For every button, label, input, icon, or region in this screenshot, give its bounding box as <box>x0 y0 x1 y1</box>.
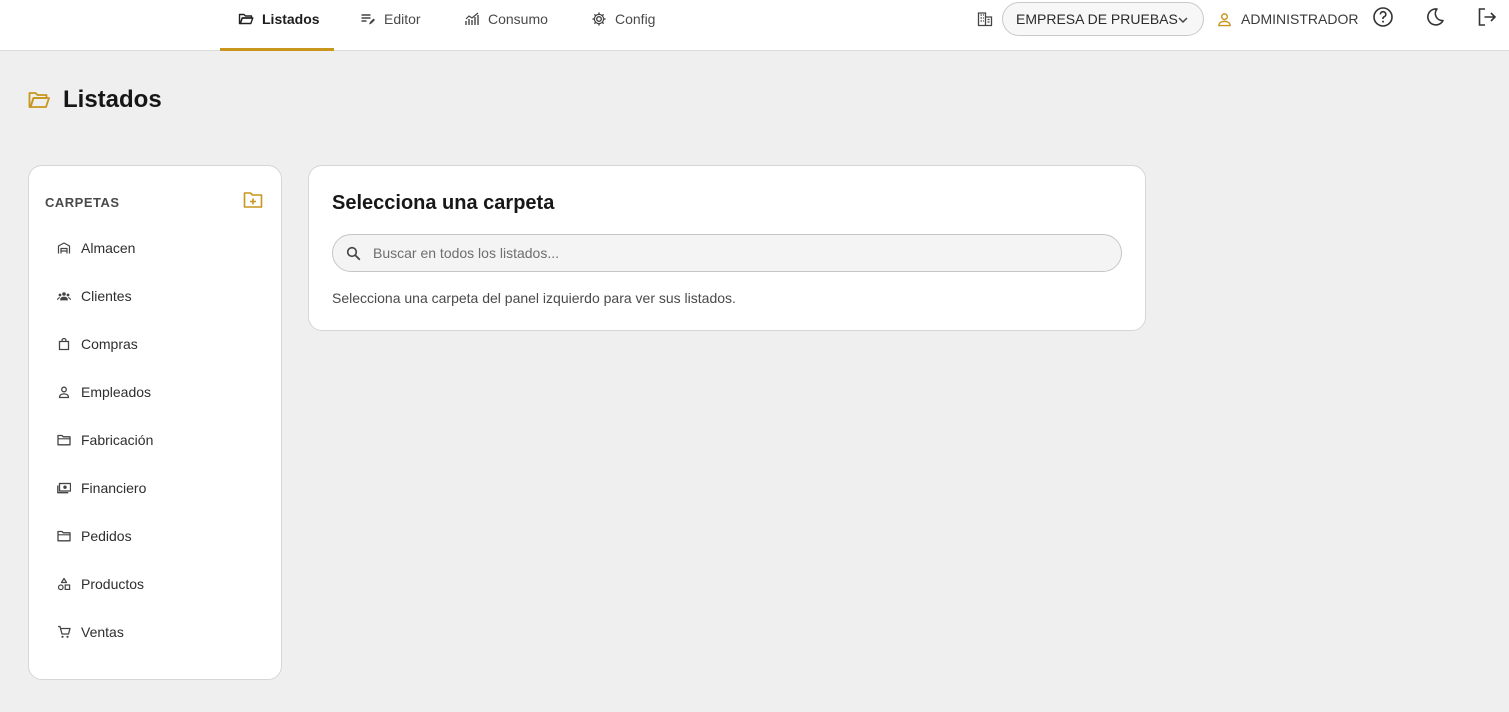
folder-item-pedidos[interactable]: Pedidos <box>45 523 267 571</box>
folder-label: Compras <box>81 336 138 352</box>
gear-icon <box>591 11 607 27</box>
listings-panel: Selecciona una carpeta Selecciona una ca… <box>308 165 1146 331</box>
user-name: ADMINISTRADOR <box>1241 11 1359 27</box>
folder-open-icon <box>28 90 50 110</box>
user-menu[interactable]: ADMINISTRADOR <box>1217 9 1358 29</box>
panel-title: Selecciona una carpeta <box>332 192 555 214</box>
dark-mode-icon[interactable] <box>1424 6 1446 28</box>
folder-label: Empleados <box>81 384 152 400</box>
chevron-down-icon <box>1177 14 1189 26</box>
shopping-bag-icon <box>57 337 71 351</box>
folder-label: Clientes <box>81 288 132 304</box>
search-box <box>332 234 1122 272</box>
cart-icon <box>57 625 71 639</box>
building-icon <box>977 11 993 27</box>
folder-label: Pedidos <box>81 528 132 544</box>
company-select[interactable]: EMPRESA DE PRUEBAS <box>1002 2 1204 36</box>
folder-icon <box>57 529 71 543</box>
tab-label: Editor <box>384 10 421 27</box>
folder-label: Fabricación <box>81 432 154 448</box>
folders-panel: CARPETAS Almacen Clientes Compras Emplea… <box>28 165 282 680</box>
tab-label: Listados <box>262 10 320 27</box>
warehouse-icon <box>57 241 71 255</box>
folder-label: Productos <box>81 576 145 592</box>
hint-text: Selecciona una carpeta del panel izquier… <box>332 290 736 306</box>
tab-listados[interactable]: Listados <box>220 0 334 51</box>
folder-item-clientes[interactable]: Clientes <box>45 283 267 331</box>
tab-editor[interactable]: Editor <box>360 0 421 51</box>
category-icon <box>57 577 71 591</box>
folder-icon <box>57 433 71 447</box>
tab-consumo[interactable]: Consumo <box>464 0 548 51</box>
folder-label: Ventas <box>81 624 124 640</box>
chart-icon <box>464 11 480 27</box>
folder-label: Financiero <box>81 480 147 496</box>
folder-item-fabricacion[interactable]: Fabricación <box>45 427 267 475</box>
folder-item-empleados[interactable]: Empleados <box>45 379 267 427</box>
folders-heading: CARPETAS <box>45 195 120 210</box>
help-icon[interactable] <box>1372 6 1394 28</box>
tab-config[interactable]: Config <box>591 0 655 51</box>
folder-label: Almacen <box>81 240 136 256</box>
person-icon <box>57 385 71 399</box>
folder-list: Almacen Clientes Compras Empleados Fabri… <box>45 235 267 667</box>
folder-item-almacen[interactable]: Almacen <box>45 235 267 283</box>
top-bar: Listados Editor Consumo Config EMPRESA D… <box>0 0 1509 51</box>
money-icon <box>57 481 71 495</box>
tab-label: Consumo <box>488 10 548 27</box>
logout-icon[interactable] <box>1476 6 1498 28</box>
folder-item-financiero[interactable]: Financiero <box>45 475 267 523</box>
edit-list-icon <box>360 11 376 27</box>
person-icon <box>1217 12 1232 27</box>
folder-item-ventas[interactable]: Ventas <box>45 619 267 667</box>
new-folder-icon[interactable] <box>243 191 263 209</box>
folder-open-icon <box>238 11 254 27</box>
active-tab-indicator <box>220 48 334 51</box>
groups-icon <box>57 289 71 303</box>
company-select-value: EMPRESA DE PRUEBAS <box>1016 11 1178 27</box>
page-title: Listados <box>63 86 162 113</box>
tab-label: Config <box>615 10 656 27</box>
folder-item-productos[interactable]: Productos <box>45 571 267 619</box>
folder-item-compras[interactable]: Compras <box>45 331 267 379</box>
search-input[interactable] <box>373 235 1103 271</box>
